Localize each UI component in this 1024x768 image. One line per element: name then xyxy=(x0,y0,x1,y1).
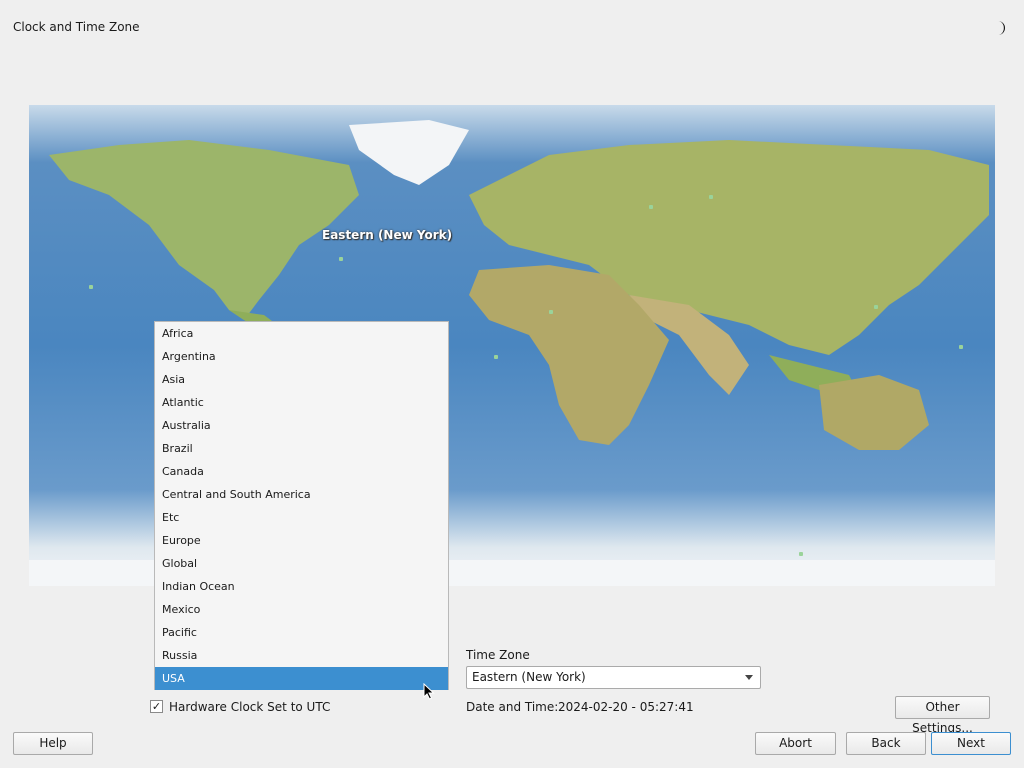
region-list-item[interactable]: Pacific xyxy=(155,621,448,644)
time-zone-value: Eastern (New York) xyxy=(472,670,586,684)
region-list-item[interactable]: Argentina xyxy=(155,345,448,368)
map-pin[interactable] xyxy=(649,205,653,209)
mouse-cursor-icon xyxy=(423,683,435,700)
region-list-item[interactable]: Canada xyxy=(155,460,448,483)
map-pin[interactable] xyxy=(494,355,498,359)
region-list[interactable]: Africa Argentina Asia Atlantic Australia Braz… xyxy=(154,321,449,690)
map-pin[interactable] xyxy=(549,310,553,314)
map-pin[interactable] xyxy=(799,552,803,556)
region-list-item[interactable]: Indian Ocean xyxy=(155,575,448,598)
date-time-value: 2024-02-20 - 05:27:41 xyxy=(558,700,694,714)
back-button[interactable]: Back xyxy=(846,732,926,755)
region-list-item[interactable]: USA xyxy=(155,667,448,690)
region-list-item[interactable]: Asia xyxy=(155,368,448,391)
region-list-item[interactable]: Russia xyxy=(155,644,448,667)
abort-button[interactable]: Abort xyxy=(755,732,836,755)
hardware-clock-utc-label[interactable]: Hardware Clock Set to UTC xyxy=(169,700,330,714)
hardware-clock-utc-checkbox[interactable]: ✓ xyxy=(150,700,163,713)
other-settings-button[interactable]: Other Settings... xyxy=(895,696,990,735)
date-time-label: Date and Time: xyxy=(466,700,559,714)
map-pin[interactable] xyxy=(89,285,93,289)
time-zone-label: Time Zone xyxy=(466,648,530,662)
time-zone-dropdown[interactable]: Eastern (New York) xyxy=(466,666,761,689)
region-list-item[interactable]: Central and South America xyxy=(155,483,448,506)
region-list-item[interactable]: Africa xyxy=(155,322,448,345)
region-list-item[interactable]: Global xyxy=(155,552,448,575)
region-list-item[interactable]: Europe xyxy=(155,529,448,552)
next-button[interactable]: Next xyxy=(931,732,1011,755)
map-pin[interactable] xyxy=(874,305,878,309)
map-pin[interactable] xyxy=(959,345,963,349)
checkmark-icon: ✓ xyxy=(151,700,162,713)
moon-icon[interactable] xyxy=(993,20,1007,36)
region-list-item[interactable]: Australia xyxy=(155,414,448,437)
map-pin[interactable] xyxy=(339,257,343,261)
help-button[interactable]: Help xyxy=(13,732,93,755)
region-list-item[interactable]: Mexico xyxy=(155,598,448,621)
region-list-item[interactable]: Brazil xyxy=(155,437,448,460)
selected-zone-map-label: Eastern (New York) xyxy=(322,228,453,242)
region-list-item[interactable]: Etc xyxy=(155,506,448,529)
chevron-down-icon xyxy=(745,675,753,680)
map-pin[interactable] xyxy=(709,195,713,199)
region-list-item[interactable]: Atlantic xyxy=(155,391,448,414)
page-title: Clock and Time Zone xyxy=(13,20,140,34)
